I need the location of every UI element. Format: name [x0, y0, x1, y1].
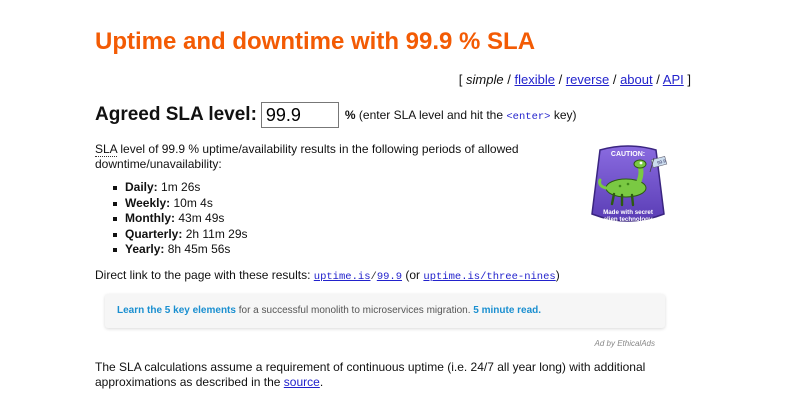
alien-technology-badge: 99.9 CAUTION: Made with secret alien tec…	[591, 145, 668, 223]
ad-read-link[interactable]: 5 minute read.	[473, 305, 541, 316]
direct-or-text: (or	[405, 268, 421, 282]
period-label: Daily:	[125, 180, 158, 194]
period-value: 8h 45m 56s	[167, 242, 231, 256]
nav-open-bracket: [	[458, 72, 463, 87]
nav-close-bracket: ]	[687, 72, 691, 87]
nav-sep: /	[612, 72, 617, 87]
sla-percent-sign: %	[344, 107, 356, 122]
nav-link-api[interactable]: API	[663, 72, 684, 87]
list-item-daily: Daily: 1m 26s	[113, 180, 248, 196]
period-label: Quarterly:	[125, 226, 183, 241]
sla-abbreviation: SLA	[95, 142, 118, 157]
nav-link-flexible[interactable]: flexible	[515, 72, 555, 87]
nav-sep: /	[656, 72, 660, 87]
sla-label: Agreed SLA level:	[95, 104, 257, 125]
ad-middle-text: for a successful monolith to microservic…	[238, 305, 471, 316]
badge-line-1: Made with secret	[603, 209, 653, 216]
source-link[interactable]: source	[284, 375, 320, 389]
direct-link-prefix: Direct link to the page with these resul…	[95, 268, 311, 282]
period-value: 1m 26s	[161, 180, 201, 194]
period-value: 10m 4s	[173, 195, 213, 210]
period-label: Weekly:	[125, 195, 171, 210]
direct-close-paren: )	[555, 268, 560, 282]
direct-link-value[interactable]: 99.9	[377, 271, 402, 283]
sla-hint-after: key)	[553, 107, 577, 122]
period-value: 2h 11m 29s	[185, 226, 248, 241]
period-label: Monthly:	[125, 211, 175, 225]
direct-link-line: Direct link to the page with these resul…	[95, 268, 560, 283]
enter-key-code: <enter>	[506, 110, 551, 123]
list-item-monthly: Monthly: 43m 49s	[113, 211, 248, 227]
sla-hint-before: (enter SLA level and hit the	[358, 107, 504, 122]
downtime-list: Daily: 1m 26s Weekly: 10m 4s Monthly: 43…	[95, 180, 248, 258]
intro-text: SLA level of 99.9 % uptime/availability …	[95, 142, 545, 172]
alien-spot	[618, 184, 622, 188]
badge-line-2: alien technology	[604, 216, 653, 223]
direct-link-named[interactable]: uptime.is/three-nines	[423, 271, 555, 283]
period-value: 43m 49s	[178, 211, 225, 225]
alien-leg	[630, 193, 635, 207]
footer-text: The SLA calculations assume a requiremen…	[95, 360, 685, 390]
nav-link-about[interactable]: about	[620, 72, 653, 87]
ad-link[interactable]: Learn the 5 key elements	[117, 305, 236, 316]
nav-sep: /	[507, 72, 511, 87]
nav-link-reverse[interactable]: reverse	[566, 72, 609, 87]
ad-attribution: Ad by EthicalAds	[594, 339, 655, 348]
alien-spot	[626, 182, 630, 186]
sla-hint: % (enter SLA level and hit the <enter> k…	[345, 108, 577, 123]
nav-current-simple: simple	[466, 72, 504, 87]
list-item-quarterly: Quarterly: 2h 11m 29s	[113, 226, 248, 243]
list-item-yearly: Yearly: 8h 45m 56s	[113, 242, 248, 258]
list-item-weekly: Weekly: 10m 4s	[113, 195, 248, 212]
intro-body: level of 99.9 % uptime/availability resu…	[95, 142, 519, 171]
mode-nav: [ simple / flexible / reverse / about / …	[459, 72, 691, 87]
footer-end: .	[319, 375, 324, 389]
period-label: Yearly:	[125, 242, 165, 256]
badge-caution-text: CAUTION:	[611, 151, 645, 158]
alien-eye	[639, 161, 643, 165]
direct-link-host[interactable]: uptime.is	[314, 271, 371, 283]
alien-head	[633, 159, 647, 169]
sla-form: Agreed SLA level: % (enter SLA level and…	[95, 102, 576, 128]
page-title: Uptime and downtime with 99.9 % SLA	[95, 28, 536, 55]
nav-sep: /	[558, 72, 563, 87]
ethical-ad[interactable]: Learn the 5 key elements for a successfu…	[105, 294, 665, 328]
footer-body: The SLA calculations assume a requiremen…	[95, 360, 646, 389]
sla-input[interactable]	[260, 102, 339, 128]
